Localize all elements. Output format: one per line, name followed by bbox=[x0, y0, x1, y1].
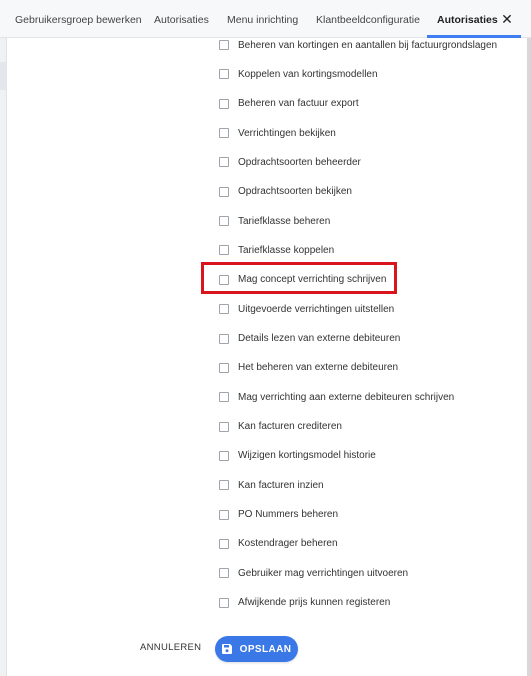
checkbox[interactable] bbox=[219, 362, 229, 373]
permission-item[interactable]: Afwijkende prijs kunnen registeren bbox=[219, 595, 390, 611]
permission-label: Beheren van factuur export bbox=[238, 98, 359, 110]
permission-item[interactable]: Tariefklasse beheren bbox=[219, 213, 330, 229]
permission-label: Verrichtingen bekijken bbox=[238, 127, 336, 139]
permission-item[interactable]: Tariefklasse koppelen bbox=[219, 242, 334, 258]
permission-item[interactable]: Verrichtingen bekijken bbox=[219, 125, 336, 141]
save-button-label: OPSLAAN bbox=[239, 643, 292, 655]
checkbox[interactable] bbox=[219, 245, 229, 256]
checkbox[interactable] bbox=[219, 597, 229, 608]
checkbox[interactable] bbox=[219, 392, 229, 403]
permission-item[interactable]: Gebruiker mag verrichtingen uitvoeren bbox=[219, 565, 408, 581]
permission-label: PO Nummers beheren bbox=[238, 509, 339, 521]
scrollbar[interactable] bbox=[527, 38, 531, 676]
checkbox[interactable] bbox=[219, 421, 229, 432]
permission-label: Kostendrager beheren bbox=[238, 538, 338, 550]
checkbox[interactable] bbox=[219, 157, 229, 168]
permission-label: Gebruiker mag verrichtingen uitvoeren bbox=[238, 567, 409, 579]
checkbox[interactable] bbox=[219, 69, 229, 80]
checkbox[interactable] bbox=[219, 480, 229, 491]
checkbox[interactable] bbox=[219, 538, 229, 549]
close-icon[interactable]: ✕ bbox=[500, 12, 514, 26]
permission-label: Afwijkende prijs kunnen registeren bbox=[238, 597, 391, 609]
tab-autorisaties-active[interactable]: Autorisaties bbox=[437, 0, 498, 38]
tab-klantbeeldconfiguratie[interactable]: Klantbeeldconfiguratie bbox=[316, 0, 420, 38]
permission-label: Beheren van kortingen en aantallen bij f… bbox=[238, 39, 498, 51]
permission-label: Opdrachtsoorten bekijken bbox=[238, 186, 352, 198]
save-button[interactable]: OPSLAAN bbox=[215, 636, 298, 662]
checkbox[interactable] bbox=[219, 568, 229, 579]
checkbox[interactable] bbox=[219, 216, 229, 227]
left-panel-edge bbox=[0, 38, 7, 676]
checkbox[interactable] bbox=[219, 40, 229, 50]
permission-item[interactable]: Beheren van kortingen en aantallen bij f… bbox=[219, 37, 497, 53]
checkbox[interactable] bbox=[219, 509, 229, 520]
cancel-button[interactable]: ANNULEREN bbox=[140, 642, 201, 653]
permission-item[interactable]: PO Nummers beheren bbox=[219, 507, 338, 523]
permission-item[interactable]: Opdrachtsoorten beheerder bbox=[219, 154, 361, 170]
permission-item[interactable]: Opdrachtsoorten bekijken bbox=[219, 184, 352, 200]
permission-item[interactable]: Het beheren van externe debiteuren bbox=[219, 360, 398, 376]
highlight-box bbox=[201, 262, 397, 294]
permission-item[interactable]: Uitgevoerde verrichtingen uitstellen bbox=[219, 301, 394, 317]
checkbox[interactable] bbox=[219, 333, 229, 344]
permission-label: Tariefklasse koppelen bbox=[238, 244, 335, 256]
tab-bar: Gebruikersgroep bewerken Autorisaties Me… bbox=[0, 0, 531, 38]
floppy-disk-icon bbox=[221, 644, 232, 654]
permission-label: Tariefklasse beheren bbox=[238, 215, 331, 227]
checkbox[interactable] bbox=[219, 304, 229, 315]
permission-label: Koppelen van kortingsmodellen bbox=[238, 68, 378, 80]
tab-autorisaties[interactable]: Autorisaties bbox=[154, 0, 209, 38]
permission-label: Het beheren van externe debiteuren bbox=[238, 362, 399, 374]
checkbox[interactable] bbox=[219, 98, 229, 109]
permission-label: Opdrachtsoorten beheerder bbox=[238, 156, 361, 168]
permission-item[interactable]: Mag verrichting aan externe debiteuren s… bbox=[219, 389, 454, 405]
permission-label: Kan facturen crediteren bbox=[238, 421, 342, 433]
permission-label: Details lezen van externe debiteuren bbox=[238, 333, 401, 344]
tab-gebruikersgroep-bewerken[interactable]: Gebruikersgroep bewerken bbox=[15, 0, 142, 38]
permission-label: Mag verrichting aan externe debiteuren s… bbox=[238, 391, 455, 403]
permission-item[interactable]: Wijzigen kortingsmodel historie bbox=[219, 448, 376, 464]
permission-label: Kan facturen inzien bbox=[238, 479, 324, 491]
checkbox[interactable] bbox=[219, 450, 229, 461]
permission-item[interactable]: Kan facturen crediteren bbox=[219, 419, 342, 435]
permission-item[interactable]: Kan facturen inzien bbox=[219, 477, 324, 493]
checkbox[interactable] bbox=[219, 186, 229, 197]
permission-item[interactable]: Kostendrager beheren bbox=[219, 536, 338, 552]
checkbox[interactable] bbox=[219, 128, 229, 139]
permission-item[interactable]: Details lezen van externe debiteuren bbox=[219, 331, 400, 347]
permission-label: Wijzigen kortingsmodel historie bbox=[238, 450, 376, 462]
tab-menu-inrichting[interactable]: Menu inrichting bbox=[227, 0, 298, 38]
permission-item[interactable]: Koppelen van kortingsmodellen bbox=[219, 66, 378, 82]
permission-item[interactable]: Beheren van factuur export bbox=[219, 96, 359, 112]
permission-label: Uitgevoerde verrichtingen uitstellen bbox=[238, 303, 395, 315]
